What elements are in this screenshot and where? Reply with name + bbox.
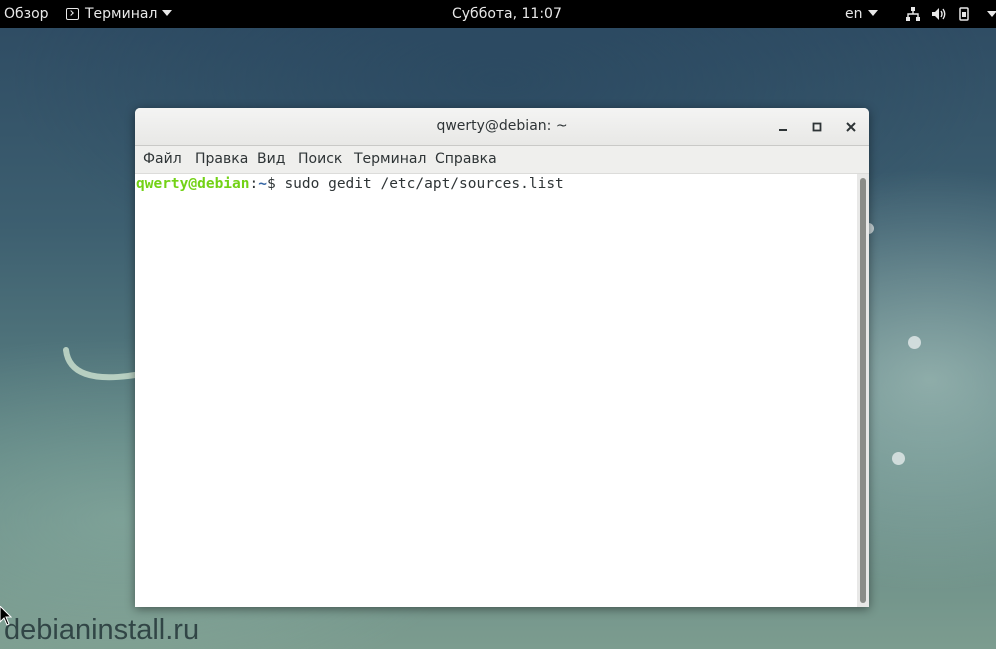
wallpaper-dot bbox=[892, 452, 905, 465]
caret-down-icon bbox=[162, 10, 173, 16]
menu-terminal[interactable]: Терминал bbox=[354, 146, 426, 173]
window-title: qwerty@debian: ~ bbox=[436, 118, 568, 134]
prompt-separator: : bbox=[249, 176, 259, 192]
menu-file[interactable]: Файл bbox=[143, 146, 182, 173]
terminal-window[interactable]: qwerty@debian: ~ Файл Правка Вид Поиск Т… bbox=[135, 108, 869, 607]
terminal-line: qwerty@debian:~$ sudo gedit /etc/apt/sou… bbox=[136, 174, 564, 194]
menu-view[interactable]: Вид bbox=[257, 146, 285, 173]
wallpaper-dot bbox=[908, 336, 921, 349]
clock[interactable]: Суббота, 11:07 bbox=[452, 0, 562, 28]
app-menu-label: Терминал bbox=[85, 6, 158, 22]
caret-down-icon bbox=[987, 11, 996, 17]
menu-edit[interactable]: Правка bbox=[195, 146, 248, 173]
minimize-icon bbox=[779, 129, 787, 131]
language-selector[interactable]: en bbox=[845, 0, 878, 28]
activities-button[interactable]: Обзор bbox=[4, 0, 49, 28]
power-icon bbox=[959, 7, 969, 21]
top-bar: Обзор Терминал Суббота, 11:07 en bbox=[0, 0, 996, 28]
scrollbar-thumb[interactable] bbox=[860, 178, 866, 603]
mouse-cursor-icon bbox=[0, 606, 12, 626]
watermark: debianinstall.ru bbox=[4, 614, 200, 646]
language-label: en bbox=[845, 6, 863, 22]
window-titlebar[interactable]: qwerty@debian: ~ bbox=[135, 108, 869, 146]
network-icon bbox=[906, 7, 920, 21]
prompt-path: ~ bbox=[258, 176, 267, 192]
system-menu[interactable] bbox=[905, 0, 996, 28]
prompt-user: qwerty@debian bbox=[136, 176, 250, 192]
terminal-output[interactable]: qwerty@debian:~$ sudo gedit /etc/apt/sou… bbox=[135, 174, 857, 607]
volume-icon bbox=[932, 8, 946, 20]
close-icon bbox=[846, 122, 856, 132]
terminal-icon bbox=[66, 8, 79, 20]
caret-down-icon bbox=[867, 10, 878, 16]
close-button[interactable] bbox=[841, 117, 861, 137]
maximize-button[interactable] bbox=[807, 117, 827, 137]
menu-bar: Файл Правка Вид Поиск Терминал Справка bbox=[135, 146, 869, 174]
minimize-button[interactable] bbox=[773, 117, 793, 137]
menu-search[interactable]: Поиск bbox=[298, 146, 342, 173]
terminal-command: sudo gedit /etc/apt/sources.list bbox=[284, 176, 564, 192]
prompt-symbol: $ bbox=[266, 176, 285, 192]
terminal-scrollbar[interactable] bbox=[857, 174, 869, 607]
maximize-icon bbox=[812, 122, 822, 132]
app-menu-button[interactable]: Терминал bbox=[66, 0, 173, 28]
menu-help[interactable]: Справка bbox=[435, 146, 497, 173]
